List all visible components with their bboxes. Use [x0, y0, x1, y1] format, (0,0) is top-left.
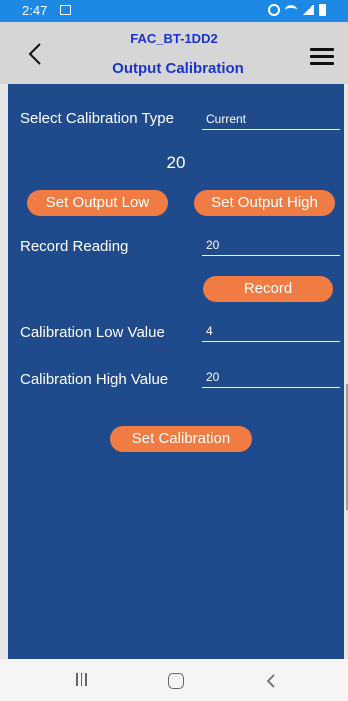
wifi-icon	[285, 5, 297, 15]
calibration-panel: Select Calibration Type Current 20 Set O…	[8, 84, 344, 659]
calibration-high-input[interactable]: 20	[202, 366, 340, 388]
status-icons	[268, 4, 326, 16]
set-output-high-button[interactable]: Set Output High	[194, 190, 335, 216]
system-nav-bar	[0, 659, 348, 701]
gallery-notification-icon	[60, 5, 71, 15]
calibration-high-label: Calibration High Value	[20, 371, 169, 388]
calibration-type-label: Select Calibration Type	[20, 110, 174, 127]
set-calibration-button[interactable]: Set Calibration	[110, 426, 252, 452]
status-bar: 2:47	[0, 0, 348, 22]
device-name: FAC_BT-1DD2	[130, 31, 218, 46]
set-output-low-button[interactable]: Set Output Low	[27, 190, 168, 216]
cell-signal-icon	[302, 5, 314, 15]
record-button[interactable]: Record	[203, 276, 333, 302]
current-output-value: 20	[166, 153, 186, 172]
battery-icon	[319, 4, 326, 16]
status-time: 2:47	[22, 3, 48, 18]
app-header: FAC_BT-1DD2 Output Calibration	[0, 22, 348, 84]
calibration-type-select[interactable]: Current	[202, 108, 340, 130]
hamburger-menu-icon[interactable]	[310, 48, 334, 66]
calibration-low-input[interactable]: 4	[202, 320, 340, 342]
recent-apps-icon[interactable]	[76, 673, 90, 687]
alarm-icon	[268, 4, 280, 16]
page-title: Output Calibration	[112, 60, 244, 77]
record-reading-label: Record Reading	[20, 238, 129, 255]
system-back-icon[interactable]	[264, 673, 278, 689]
calibration-low-label: Calibration Low Value	[20, 324, 165, 341]
home-icon[interactable]	[168, 673, 184, 689]
record-reading-input[interactable]: 20	[202, 234, 340, 256]
